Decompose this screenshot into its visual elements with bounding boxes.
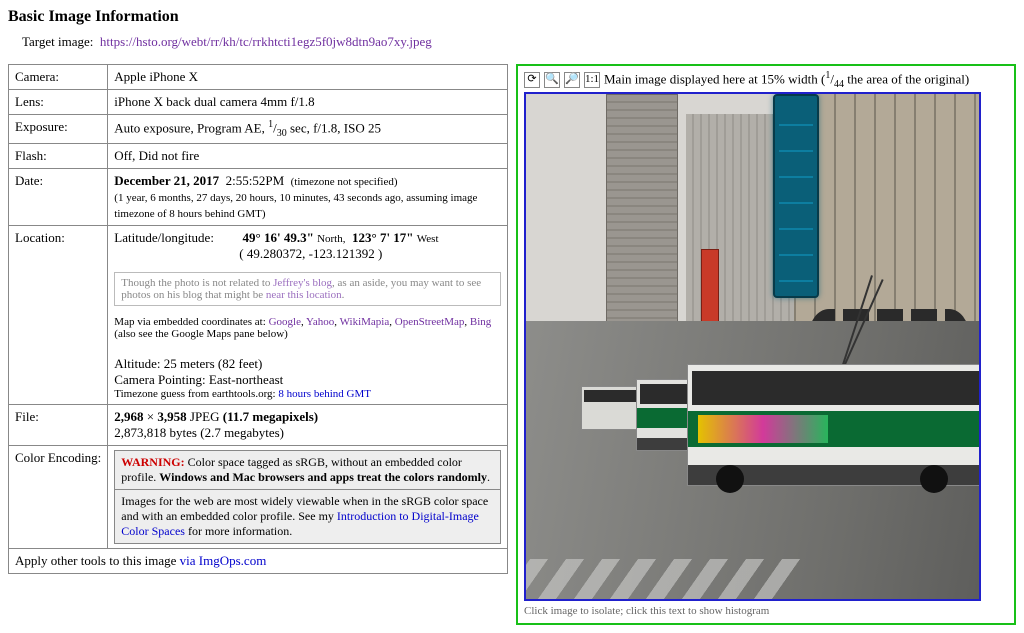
location-value: Latitude/longitude: 49° 16' 49.3" North,… [108, 225, 508, 404]
map-google-link[interactable]: Google [269, 316, 301, 328]
earthtools-tz-link[interactable]: 8 hours behind GMT [278, 388, 371, 400]
camera-value: Apple iPhone X [108, 65, 508, 90]
map-wikimapia-link[interactable]: WikiMapia [340, 316, 390, 328]
row-flash: Flash: Off, Did not fire [9, 143, 508, 168]
exposure-value: Auto exposure, Program AE, 1/30 sec, f/1… [108, 115, 508, 144]
location-label: Location: [9, 225, 108, 404]
scene-illustration [526, 94, 979, 599]
page-title: Basic Image Information [8, 8, 1016, 26]
row-exposure: Exposure: Auto exposure, Program AE, 1/3… [9, 115, 508, 144]
metadata-table: Camera: Apple iPhone X Lens: iPhone X ba… [8, 64, 508, 574]
color-label: Color Encoding: [9, 445, 108, 548]
preview-caption: Main image displayed here at 15% width (… [604, 70, 969, 90]
exposure-label: Exposure: [9, 115, 108, 144]
main-image[interactable] [524, 92, 981, 601]
near-location-link[interactable]: near this location [266, 289, 342, 301]
row-color: Color Encoding: WARNING: Color space tag… [9, 445, 508, 548]
flash-value: Off, Did not fire [108, 143, 508, 168]
preview-panel: ⟳ 🔍 🔎 1:1 Main image displayed here at 1… [516, 64, 1016, 625]
date-value: December 21, 2017 2:55:52PM (timezone no… [108, 168, 508, 225]
target-url-link[interactable]: https://hsto.org/webt/rr/kh/tc/rrkhtcti1… [100, 34, 432, 49]
lens-value: iPhone X back dual camera 4mm f/1.8 [108, 90, 508, 115]
map-osm-link[interactable]: OpenStreetMap [395, 316, 465, 328]
row-location: Location: Latitude/longitude: 49° 16' 49… [9, 225, 508, 404]
zoom-in-icon[interactable]: 🔎 [564, 72, 580, 88]
rotate-icon[interactable]: ⟳ [524, 72, 540, 88]
row-lens: Lens: iPhone X back dual camera 4mm f/1.… [9, 90, 508, 115]
location-aside: Though the photo is not related to Jeffr… [114, 272, 501, 306]
target-line: Target image: https://hsto.org/webt/rr/k… [22, 34, 1016, 50]
date-label: Date: [9, 168, 108, 225]
target-label: Target image: [22, 34, 93, 49]
row-date: Date: December 21, 2017 2:55:52PM (timez… [9, 168, 508, 225]
flash-label: Flash: [9, 143, 108, 168]
row-file: File: 2,968 × 3,958 JPEG (11.7 megapixel… [9, 404, 508, 445]
one-to-one-icon[interactable]: 1:1 [584, 72, 600, 88]
lens-label: Lens: [9, 90, 108, 115]
footer-cell: Apply other tools to this image via ImgO… [9, 548, 508, 573]
zoom-out-icon[interactable]: 🔍 [544, 72, 560, 88]
jeffreys-blog-link[interactable]: Jeffrey's blog [273, 277, 332, 289]
map-bing-link[interactable]: Bing [470, 316, 491, 328]
camera-label: Camera: [9, 65, 108, 90]
file-label: File: [9, 404, 108, 445]
imgops-link[interactable]: via ImgOps.com [180, 553, 267, 568]
row-camera: Camera: Apple iPhone X [9, 65, 508, 90]
map-yahoo-link[interactable]: Yahoo [306, 316, 334, 328]
color-value: WARNING: Color space tagged as sRGB, wit… [108, 445, 508, 548]
file-value: 2,968 × 3,958 JPEG (11.7 megapixels) 2,8… [108, 404, 508, 445]
row-footer: Apply other tools to this image via ImgO… [9, 548, 508, 573]
